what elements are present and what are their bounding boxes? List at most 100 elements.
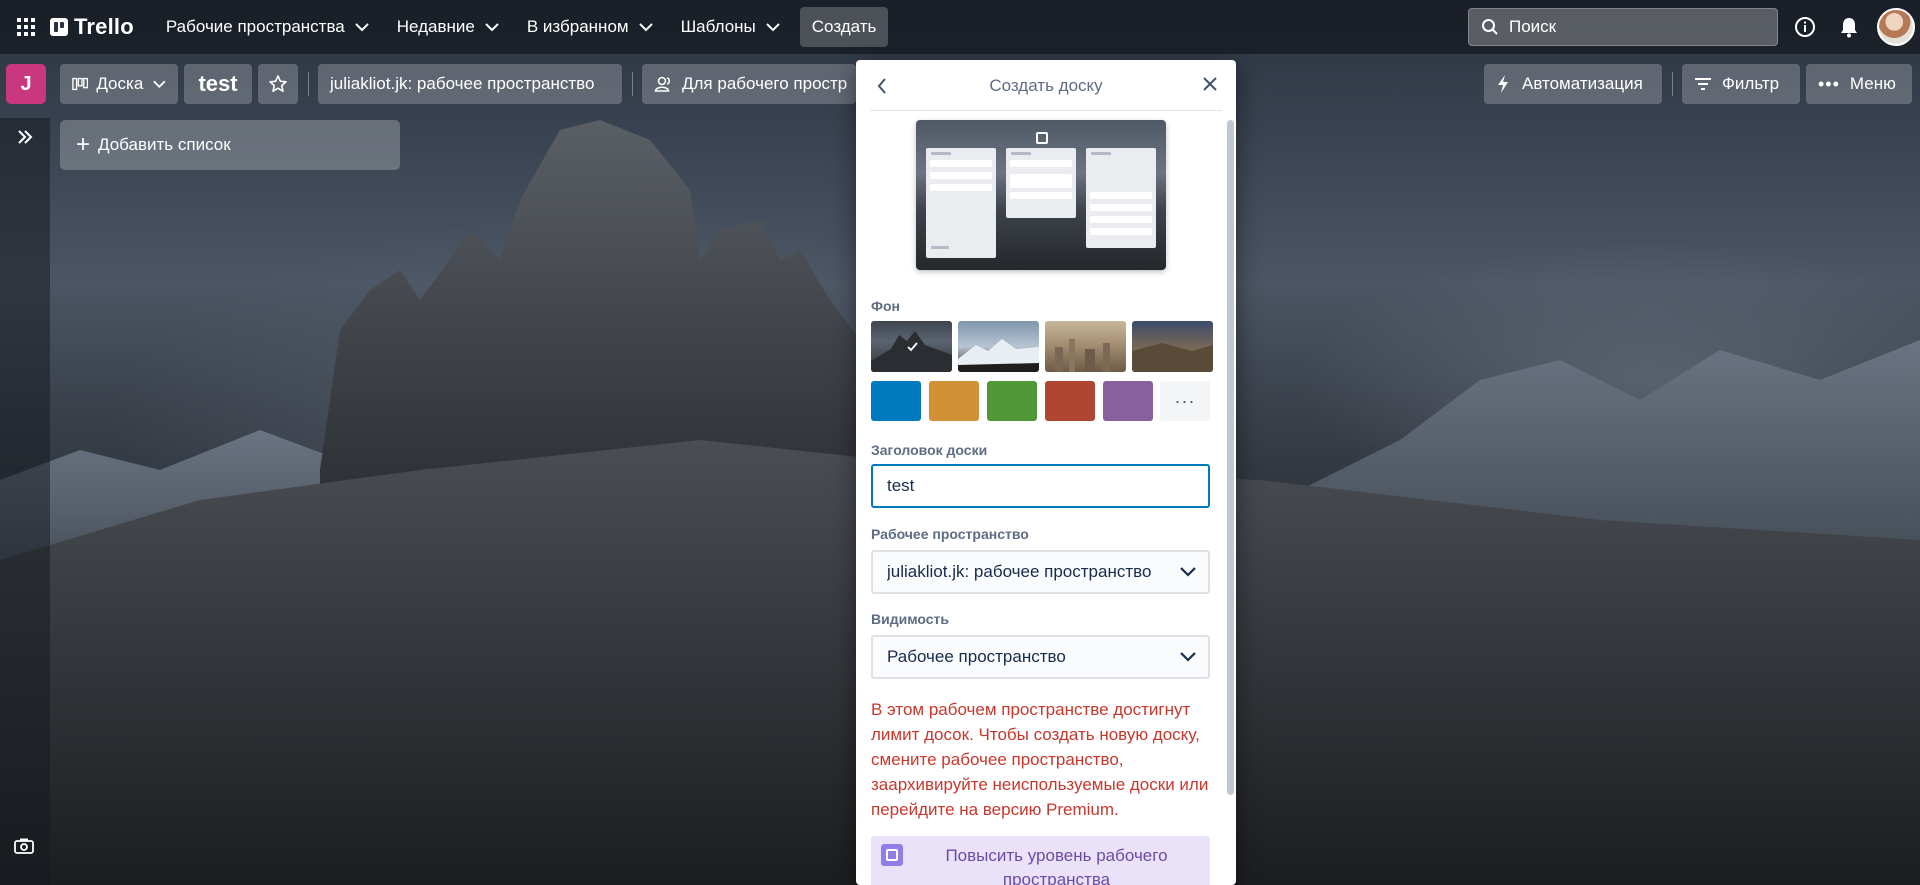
nav-templates-label: Шаблоны <box>680 17 756 36</box>
people-icon <box>654 76 671 92</box>
trello-logo[interactable]: Trello <box>50 14 134 40</box>
chevron-down-icon <box>1180 567 1196 577</box>
divider <box>632 72 633 96</box>
logo-text: Trello <box>74 14 134 39</box>
preview-list <box>1086 148 1156 248</box>
board-title: test <box>198 71 238 96</box>
chevron-down-icon <box>766 22 780 31</box>
background-color-green[interactable] <box>987 381 1037 421</box>
menu-button[interactable]: ••• Меню <box>1806 64 1912 104</box>
chevron-down-icon <box>355 22 369 31</box>
filter-icon <box>1695 78 1711 90</box>
workspace-button[interactable]: juliakliot.jk: рабочее пространство <box>318 64 622 104</box>
menu-label: Меню <box>1849 74 1896 93</box>
visibility-field-label: Видимость <box>871 611 949 627</box>
add-list-label: Добавить список <box>98 135 231 154</box>
close-icon <box>1203 77 1217 91</box>
lightning-icon <box>1498 75 1508 93</box>
chevron-down-icon <box>638 22 653 31</box>
chevron-down-icon <box>1180 652 1196 662</box>
notifications-button[interactable] <box>1834 12 1864 42</box>
mountain-thumbnail <box>871 331 952 372</box>
chevron-down-icon <box>485 22 499 31</box>
more-icon: ••• <box>1818 73 1840 94</box>
camera-icon <box>14 838 34 854</box>
sidebar-rail <box>0 118 50 885</box>
star-board-button[interactable] <box>258 64 298 104</box>
background-label: Фон <box>871 298 900 314</box>
filter-label: Фильтр <box>1722 74 1780 93</box>
board-title-input[interactable] <box>871 464 1210 508</box>
close-button[interactable] <box>1198 72 1222 96</box>
add-list-button[interactable]: + Добавить список <box>60 120 400 170</box>
background-option-city[interactable] <box>1045 321 1126 372</box>
background-color-orange[interactable] <box>929 381 979 421</box>
trello-icon <box>1036 132 1048 144</box>
preview-list <box>926 148 996 258</box>
feedback-button[interactable] <box>14 838 34 859</box>
board-view-icon <box>72 77 89 91</box>
trello-icon <box>50 18 68 36</box>
nav-starred[interactable]: В избранном <box>515 7 665 47</box>
board-preview <box>916 120 1166 270</box>
background-color-blue[interactable] <box>871 381 921 421</box>
board-view-switcher[interactable]: Доска <box>60 64 178 104</box>
create-board-popover: Создать доску Фон ··· Заголовок доски te… <box>856 60 1236 885</box>
app-switcher-button[interactable] <box>8 9 44 45</box>
more-backgrounds-button[interactable]: ··· <box>1160 381 1210 421</box>
double-chevron-right-icon <box>18 130 33 144</box>
background-option-dolomites[interactable] <box>871 321 952 372</box>
divider <box>1672 72 1673 96</box>
nav-recent-label: Недавние <box>396 17 475 36</box>
background-option-snow-mountains[interactable] <box>958 321 1039 372</box>
search-box[interactable] <box>1468 8 1778 46</box>
valley-thumbnail <box>1132 343 1213 372</box>
workspace-select-value: juliakliot.jk: рабочее пространство <box>887 562 1152 581</box>
nav-workspaces[interactable]: Рабочие пространства <box>154 7 381 47</box>
background-option-valley[interactable] <box>1132 321 1213 372</box>
upgrade-label: Повысить уровень рабочего пространства <box>945 846 1168 885</box>
expand-sidebar-button[interactable] <box>12 124 38 150</box>
filter-button[interactable]: Фильтр <box>1682 64 1800 104</box>
workspace-badge[interactable]: J <box>6 64 46 104</box>
workspace-label: Рабочее пространство <box>871 526 1029 542</box>
visibility-select[interactable]: Рабочее пространство <box>871 635 1210 679</box>
info-icon <box>1795 17 1815 37</box>
background-color-purple[interactable] <box>1103 381 1153 421</box>
visibility-label: Для рабочего простр <box>682 74 848 93</box>
bell-icon <box>1841 18 1857 38</box>
workspace-select[interactable]: juliakliot.jk: рабочее пространство <box>871 550 1210 594</box>
background-color-red[interactable] <box>1045 381 1095 421</box>
board-title-label: Заголовок доски <box>871 442 988 458</box>
premium-icon <box>881 844 903 866</box>
nav-starred-label: В избранном <box>526 17 629 36</box>
popover-title: Создать доску <box>989 76 1103 95</box>
visibility-button[interactable]: Для рабочего простр <box>642 64 856 104</box>
automation-label: Автоматизация <box>1522 74 1643 93</box>
board-limit-warning: В этом рабочем пространстве достигнут ли… <box>871 700 1209 819</box>
grid-icon <box>17 18 35 36</box>
search-input[interactable] <box>1507 16 1751 38</box>
automation-button[interactable]: Автоматизация <box>1484 64 1662 104</box>
divider <box>308 72 309 96</box>
preview-list <box>1006 148 1076 218</box>
nav-recent[interactable]: Недавние <box>385 7 511 47</box>
chevron-down-icon <box>153 80 166 88</box>
city-thumbnail <box>1055 339 1110 372</box>
create-button[interactable]: Создать <box>799 7 889 47</box>
workspace-name: juliakliot.jk: рабочее пространство <box>330 74 595 93</box>
nav-templates[interactable]: Шаблоны <box>669 7 792 47</box>
plus-icon: + <box>76 131 91 158</box>
info-button[interactable] <box>1790 12 1820 42</box>
visibility-select-value: Рабочее пространство <box>887 647 1066 666</box>
nav-workspaces-label: Рабочие пространства <box>165 17 345 36</box>
search-icon <box>1482 19 1498 35</box>
star-icon <box>269 75 287 92</box>
popover-scrollbar[interactable] <box>1227 120 1234 795</box>
board-title-button[interactable]: test <box>184 64 252 104</box>
mountain-thumbnail <box>958 339 1039 372</box>
popover-header: Создать доску <box>870 60 1222 111</box>
user-avatar[interactable] <box>1877 8 1915 46</box>
board-view-label: Доска <box>96 74 144 93</box>
upgrade-workspace-button[interactable]: Повысить уровень рабочего пространства <box>871 836 1210 885</box>
